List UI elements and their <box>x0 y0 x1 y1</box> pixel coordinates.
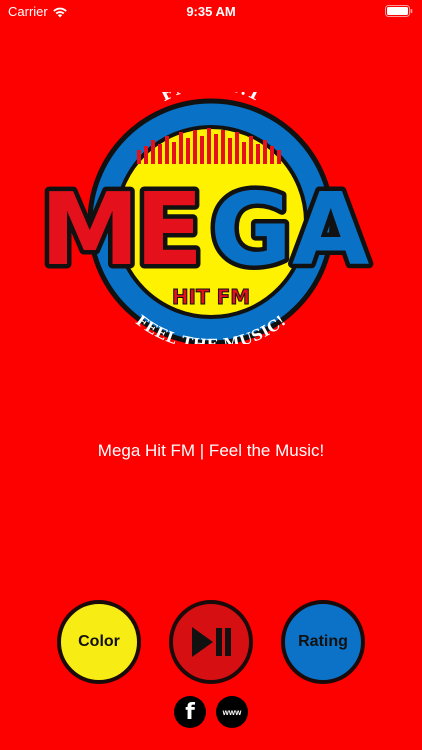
station-tagline: Mega Hit FM | Feel the Music! <box>97 441 325 460</box>
battery-icon <box>385 5 413 17</box>
play-pause-button[interactable] <box>169 600 253 684</box>
rating-button[interactable]: Rating <box>281 600 365 684</box>
clock: 9:35 AM <box>186 4 236 19</box>
rating-button-label: Rating <box>298 633 348 650</box>
website-icon: www <box>222 707 242 717</box>
logo-letter-a: A <box>292 171 369 288</box>
logo-letter-e: E <box>135 171 203 288</box>
facebook-button[interactable]: f <box>174 696 206 728</box>
status-bar: Carrier 9:35 AM <box>0 0 422 24</box>
logo-letter-g: G <box>210 171 292 288</box>
station-logo: FM 101.1 M E G A HIT FM FEEL THE MUSIC! <box>36 92 374 344</box>
website-button[interactable]: www <box>216 696 248 728</box>
color-button-label: Color <box>78 633 120 650</box>
logo-letter-m: M <box>40 171 140 288</box>
play-pause-icon <box>192 627 231 657</box>
color-button[interactable]: Color <box>57 600 141 684</box>
logo-subtitle: HIT FM <box>172 285 250 309</box>
facebook-icon: f <box>185 699 195 725</box>
